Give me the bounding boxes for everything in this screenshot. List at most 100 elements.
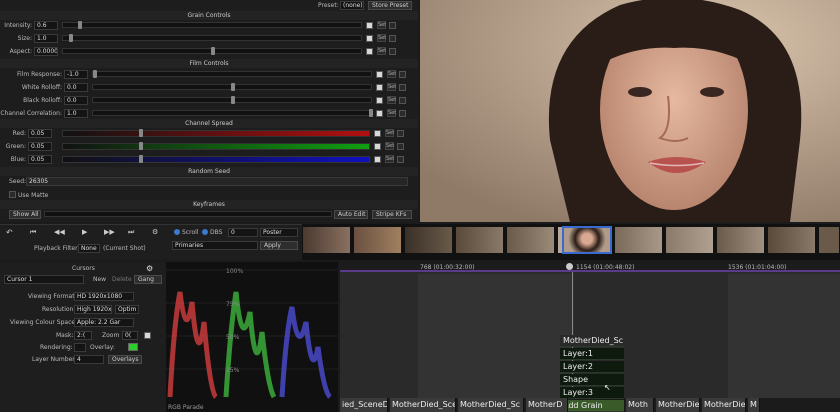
playback-filtering-dropdown[interactable]: None [78, 244, 100, 253]
set-button[interactable]: Set [377, 34, 386, 42]
node-item[interactable]: Layer:3 [560, 387, 624, 399]
stripe-kfs-button[interactable]: Stripe KFs [372, 210, 412, 219]
timeline-clip[interactable]: Moth [626, 398, 654, 412]
cursor-dropdown[interactable]: Cursor 1 [4, 275, 84, 284]
grain-row-slider[interactable] [62, 21, 362, 29]
undo-icon[interactable]: ↶ [6, 228, 13, 237]
thumbnail[interactable] [665, 226, 714, 254]
thumbnail[interactable] [767, 226, 816, 254]
film-row-value[interactable]: 1.0 [64, 109, 88, 118]
timeline-clip[interactable]: MotherDie [656, 398, 700, 412]
set-button[interactable]: Set [385, 129, 394, 137]
scroll-label[interactable]: Scroll [182, 229, 198, 236]
set-button[interactable]: Set [387, 70, 396, 78]
grain-row-value[interactable]: 0.6 [34, 21, 58, 30]
resolution-optim-dropdown[interactable]: Optim [115, 305, 139, 314]
film-row-slider-knob[interactable] [93, 70, 97, 78]
spread-row-value[interactable]: 0.05 [28, 129, 52, 138]
poster-dropdown[interactable]: Poster [260, 228, 298, 237]
step-forward-icon[interactable]: ▶▶ [104, 228, 115, 236]
grain-row-slider-knob[interactable] [211, 47, 215, 55]
new-cursor-button[interactable]: New [93, 276, 106, 283]
set-button[interactable]: Set [385, 155, 394, 163]
curve-icon[interactable] [397, 130, 404, 137]
overlays-button[interactable]: Overlays [108, 355, 142, 364]
use-matte-checkbox[interactable] [9, 191, 16, 198]
tools-icon[interactable]: ⚙ [152, 228, 158, 236]
viewing-format-dropdown[interactable]: HD 1920x1080 [74, 292, 134, 301]
skip-forward-icon[interactable]: ⏭ [128, 228, 134, 237]
curve-icon[interactable] [399, 84, 406, 91]
dbs-label[interactable]: DBS [210, 229, 222, 236]
spread-row-value[interactable]: 0.05 [28, 155, 52, 164]
film-row-slider[interactable] [92, 83, 372, 91]
curve-icon[interactable] [389, 35, 396, 42]
thumbnail[interactable] [716, 226, 765, 254]
auto-edit-dropdown[interactable]: Auto Edit [334, 210, 368, 219]
spread-row-slider-knob[interactable] [139, 142, 143, 150]
seed-field[interactable]: 26305 [26, 177, 408, 186]
spread-row-slider-knob[interactable] [139, 129, 143, 137]
mask-dropdown[interactable]: 2:( [74, 331, 92, 340]
key-icon[interactable] [376, 84, 383, 91]
curve-icon[interactable] [399, 71, 406, 78]
layer-number-field[interactable]: 4 [74, 355, 104, 364]
film-row-slider-knob[interactable] [231, 96, 235, 104]
key-icon[interactable] [374, 143, 381, 150]
timeline-clip[interactable]: ied_SceneD [340, 398, 388, 412]
film-row-slider[interactable] [92, 109, 373, 117]
spread-row-value[interactable]: 0.05 [28, 142, 52, 151]
key-icon[interactable] [376, 71, 383, 78]
set-button[interactable]: Set [387, 109, 396, 117]
film-row-slider[interactable] [92, 96, 372, 104]
key-icon[interactable] [374, 156, 381, 163]
grain-row-slider-knob[interactable] [78, 21, 82, 29]
key-icon[interactable] [366, 48, 373, 55]
set-button[interactable]: Set [387, 96, 396, 104]
thumbnail[interactable] [353, 226, 402, 254]
thumbnail[interactable] [614, 226, 663, 254]
key-icon[interactable] [376, 97, 383, 104]
spread-row-slider[interactable] [62, 142, 370, 150]
playhead-icon[interactable] [566, 263, 573, 270]
grain-row-value[interactable]: 1.0 [34, 34, 58, 43]
key-icon[interactable] [376, 110, 383, 117]
thumbnail-selected[interactable] [562, 226, 612, 254]
overlay-color-swatch[interactable] [128, 343, 138, 351]
curve-icon[interactable] [397, 156, 404, 163]
zoom-dropdown[interactable]: 0( [122, 331, 138, 340]
curve-icon[interactable] [399, 110, 406, 117]
video-viewer[interactable] [420, 0, 840, 222]
film-row-value[interactable]: 0.0 [64, 83, 88, 92]
rendering-dropdown[interactable] [74, 343, 86, 352]
delete-cursor-button[interactable]: Delete [112, 276, 132, 283]
timeline-clip[interactable]: MotherDied_Sce [390, 398, 456, 412]
skip-back-icon[interactable]: ⏮ [30, 228, 36, 237]
lock-icon[interactable] [144, 332, 151, 339]
curve-icon[interactable] [399, 97, 406, 104]
spread-row-slider[interactable] [62, 129, 370, 137]
grain-row-slider-knob[interactable] [69, 34, 73, 42]
set-button[interactable]: Set [385, 142, 394, 150]
curve-icon[interactable] [389, 48, 396, 55]
thumbnail[interactable] [455, 226, 504, 254]
grain-row-slider[interactable] [62, 47, 362, 55]
gang-button[interactable]: Gang [134, 275, 162, 284]
resolution-dropdown[interactable]: High 1920x [74, 305, 112, 314]
preset-dropdown[interactable]: (none) [340, 1, 364, 10]
play-icon[interactable]: ▶ [82, 228, 87, 236]
node-item[interactable]: Shape [560, 374, 624, 386]
film-row-slider-knob[interactable] [369, 109, 373, 117]
set-button[interactable]: Set [377, 21, 386, 29]
key-icon[interactable] [366, 35, 373, 42]
spread-row-slider-knob[interactable] [139, 155, 143, 163]
curve-icon[interactable] [389, 22, 396, 29]
settings-icon[interactable]: ⚙ [146, 264, 153, 273]
curve-icon[interactable] [397, 143, 404, 150]
node-item[interactable]: MotherDied_Sc [560, 335, 624, 347]
film-row-slider[interactable] [92, 70, 372, 78]
timeline-clip[interactable]: MotherDie [702, 398, 746, 412]
film-row-value[interactable]: 0.0 [64, 96, 88, 105]
scroll-toggle-icon[interactable] [174, 229, 180, 235]
grain-row-slider[interactable] [62, 34, 362, 42]
